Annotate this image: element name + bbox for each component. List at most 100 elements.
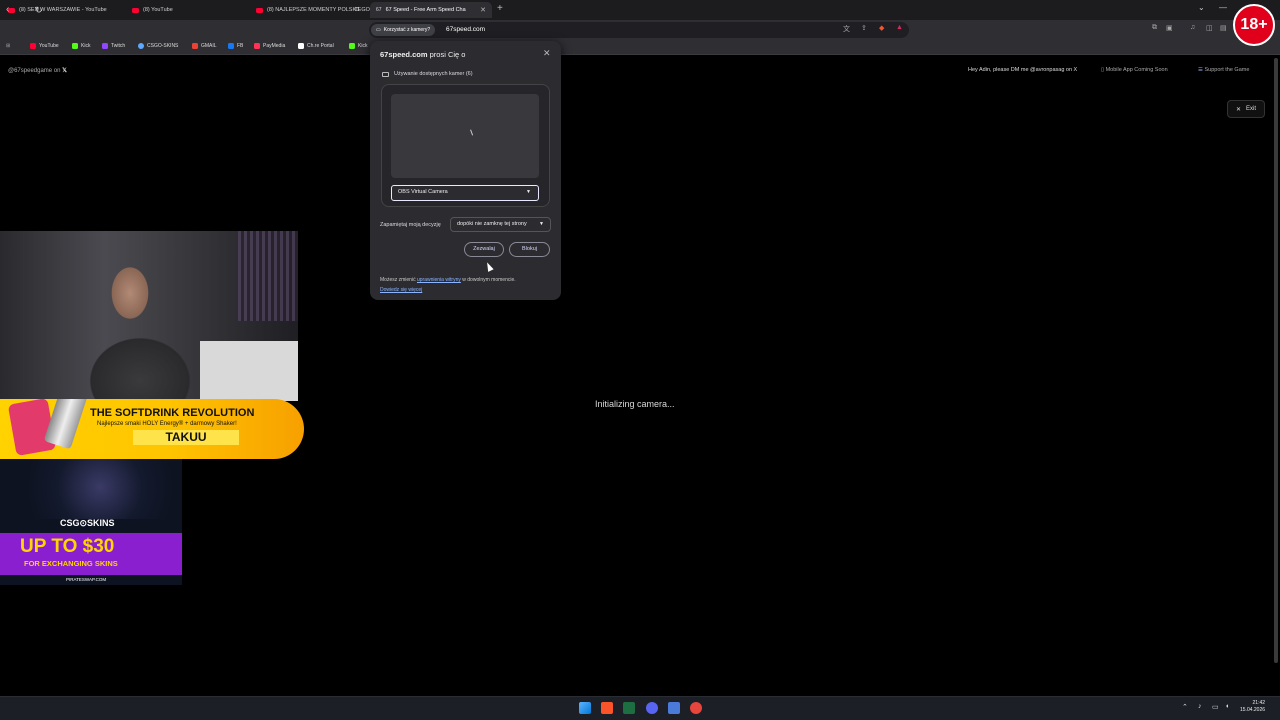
- ad-background: [0, 459, 182, 519]
- camera-permission-popup: 67speed.com prosi Cię o ✕ Używanie dostę…: [370, 41, 561, 300]
- sponsor-subline: Najlepsze smaki HOLY Energy® + darmowy S…: [97, 421, 237, 427]
- tab-youtube-2[interactable]: (8) YouTube: [126, 2, 250, 18]
- csgo-skins-ad: CSG⊙SKINS UP TO $30 FOR EXCHANGING SKINS…: [0, 459, 182, 585]
- taskbar-clock[interactable]: 21:42 15.04.2026: [1240, 700, 1265, 714]
- support-game-link[interactable]: ☰ Support the Game: [1198, 67, 1249, 73]
- tab-youtube-3[interactable]: (8) NAJLEPSZE MOMENTY POLSKIEGO: [250, 2, 370, 18]
- learn-more-link[interactable]: Dowiedz się więcej: [380, 287, 422, 293]
- paymedia-icon: [254, 43, 260, 49]
- support-icon: ☰: [1198, 67, 1203, 73]
- bookmark-chre-portal[interactable]: Ch.re Portal: [298, 43, 334, 49]
- wallet-icon[interactable]: ▤: [1220, 24, 1227, 32]
- popup-title: 67speed.com prosi Cię o: [380, 50, 466, 59]
- brave-shield-icon[interactable]: ◆: [879, 24, 884, 32]
- sponsor-headline: THE SOFTDRINK REVOLUTION: [90, 407, 255, 419]
- microphone-icon[interactable]: ♪: [1198, 703, 1202, 710]
- tab-title: (8) YouTube: [143, 7, 173, 13]
- bookmark-kick[interactable]: Kick: [72, 43, 90, 49]
- streamer-webcam: [0, 231, 298, 401]
- tab-search-icon[interactable]: ⌄: [1198, 3, 1205, 12]
- share-icon[interactable]: ⇪: [861, 24, 867, 32]
- ad-site: PIRATESWAP.COM: [66, 577, 107, 582]
- windows-start-icon[interactable]: [579, 702, 591, 714]
- sponsor-code: TAKUU: [133, 430, 239, 445]
- bookmark-csgo-skins[interactable]: CSGO-SKINS: [138, 43, 178, 49]
- camera-permission-chip[interactable]: ▭ Korzystać z kamery?: [371, 24, 436, 36]
- dm-message: Hey Adin, please DM me @avronpasag on X: [968, 67, 1078, 73]
- bookmark-kick-2[interactable]: Kick: [349, 43, 367, 49]
- split-view-icon[interactable]: ◫: [1206, 24, 1213, 32]
- caret-down-icon: ▼: [539, 221, 544, 227]
- media-icon[interactable]: ♫: [1190, 24, 1195, 31]
- bookmark-fb[interactable]: FB: [228, 43, 243, 49]
- new-tab-button[interactable]: +: [497, 3, 503, 14]
- network-icon[interactable]: ▭: [1212, 703, 1219, 711]
- 67speed-favicon-icon: 67: [376, 7, 382, 13]
- camera-icon: ▭: [376, 27, 381, 33]
- sponsor-banner: THE SOFTDRINK REVOLUTION Najlepsze smaki…: [0, 399, 304, 459]
- back-icon[interactable]: ‹: [6, 3, 9, 17]
- social-handle[interactable]: @67speedgame on 𝕏: [8, 67, 67, 74]
- apps-grid-icon[interactable]: ⊞: [6, 43, 10, 49]
- reload-icon[interactable]: ↻: [35, 3, 43, 17]
- remember-label: Zapamiętaj moją decyzję: [380, 222, 441, 228]
- tab-title: 67 Speed - Free Arm Speed Cha: [385, 7, 466, 13]
- kick-icon: [349, 43, 355, 49]
- close-icon: ✕: [1235, 106, 1241, 113]
- sidebar-icon[interactable]: ▣: [1166, 24, 1173, 32]
- webcam-desk: [200, 341, 298, 401]
- file-app-icon[interactable]: [668, 702, 680, 714]
- kick-icon: [72, 43, 78, 49]
- site-settings-link[interactable]: uprawnienia witryny: [417, 277, 461, 283]
- bookmark-twitch[interactable]: Twitch: [102, 43, 125, 49]
- youtube-icon: [30, 43, 36, 49]
- twitch-icon: [102, 43, 108, 49]
- ad-offer: UP TO $30: [20, 536, 115, 557]
- x-logo-icon: 𝕏: [62, 68, 67, 74]
- ad-offer-sub: FOR EXCHANGING SKINS: [24, 559, 118, 568]
- camera-usage-row: Używanie dostępnych kamer (6): [382, 71, 473, 77]
- gmail-icon: [192, 43, 198, 49]
- extensions-icon[interactable]: ⧉: [1152, 24, 1157, 32]
- bookmark-youtube[interactable]: YouTube: [30, 43, 59, 49]
- bookmark-paymedia[interactable]: PayMedia: [254, 43, 285, 49]
- popup-footer: Możesz zmienić uprawnienia witryny w dow…: [380, 277, 516, 293]
- forward-icon[interactable]: ›: [20, 3, 23, 17]
- remember-select[interactable]: dopóki nie zamknę tej strony ▼: [450, 217, 551, 232]
- portal-icon: [298, 43, 304, 49]
- url-text[interactable]: 67speed.com: [446, 26, 485, 33]
- caret-down-icon: ▼: [526, 189, 531, 195]
- shaker-image: [43, 399, 95, 450]
- tab-title: (8) SEN W WARSZAWIE - YouTube: [19, 7, 107, 13]
- youtube-icon: [132, 7, 139, 13]
- youtube-icon: [256, 7, 263, 13]
- facebook-icon: [228, 43, 234, 49]
- tray-chevron-icon[interactable]: ⌃: [1182, 703, 1188, 711]
- mobile-app-notice: ▯ Mobile App Coming Soon: [1101, 67, 1168, 73]
- tab-67speed[interactable]: 67 67 Speed - Free Arm Speed Cha ✕: [370, 2, 492, 18]
- camera-select[interactable]: OBS Virtual Camera ▼: [391, 185, 539, 201]
- block-button[interactable]: Blokuj: [509, 242, 550, 257]
- discord-icon[interactable]: [646, 702, 658, 714]
- page-scrollbar[interactable]: [1274, 58, 1278, 663]
- camera-preview: [391, 94, 539, 178]
- exit-button[interactable]: ✕ Exit: [1227, 100, 1265, 118]
- bookmark-gmail[interactable]: GMAIL: [192, 43, 217, 49]
- translate-icon[interactable]: 文: [843, 24, 850, 34]
- xbox-app-icon[interactable]: [623, 702, 635, 714]
- bookmark-icon[interactable]: ⌑: [355, 3, 359, 17]
- volume-icon[interactable]: ◖: [1225, 703, 1229, 710]
- brave-browser-icon[interactable]: [601, 702, 613, 714]
- taskbar: [0, 696, 1280, 720]
- brave-rewards-icon[interactable]: ▲: [896, 24, 903, 31]
- minimize-button[interactable]: —: [1219, 3, 1227, 12]
- webcam-shelf: [238, 231, 298, 321]
- phone-icon: ▯: [1101, 67, 1105, 73]
- camera-status: Initializing camera...: [595, 399, 675, 409]
- popup-close-icon[interactable]: ✕: [543, 48, 551, 59]
- csgo-skins-icon: [138, 43, 144, 49]
- recording-app-icon[interactable]: [690, 702, 702, 714]
- allow-button[interactable]: Zezwalaj: [464, 242, 504, 257]
- close-tab-icon[interactable]: ✕: [480, 6, 486, 14]
- age-rating-badge: 18+: [1233, 4, 1275, 46]
